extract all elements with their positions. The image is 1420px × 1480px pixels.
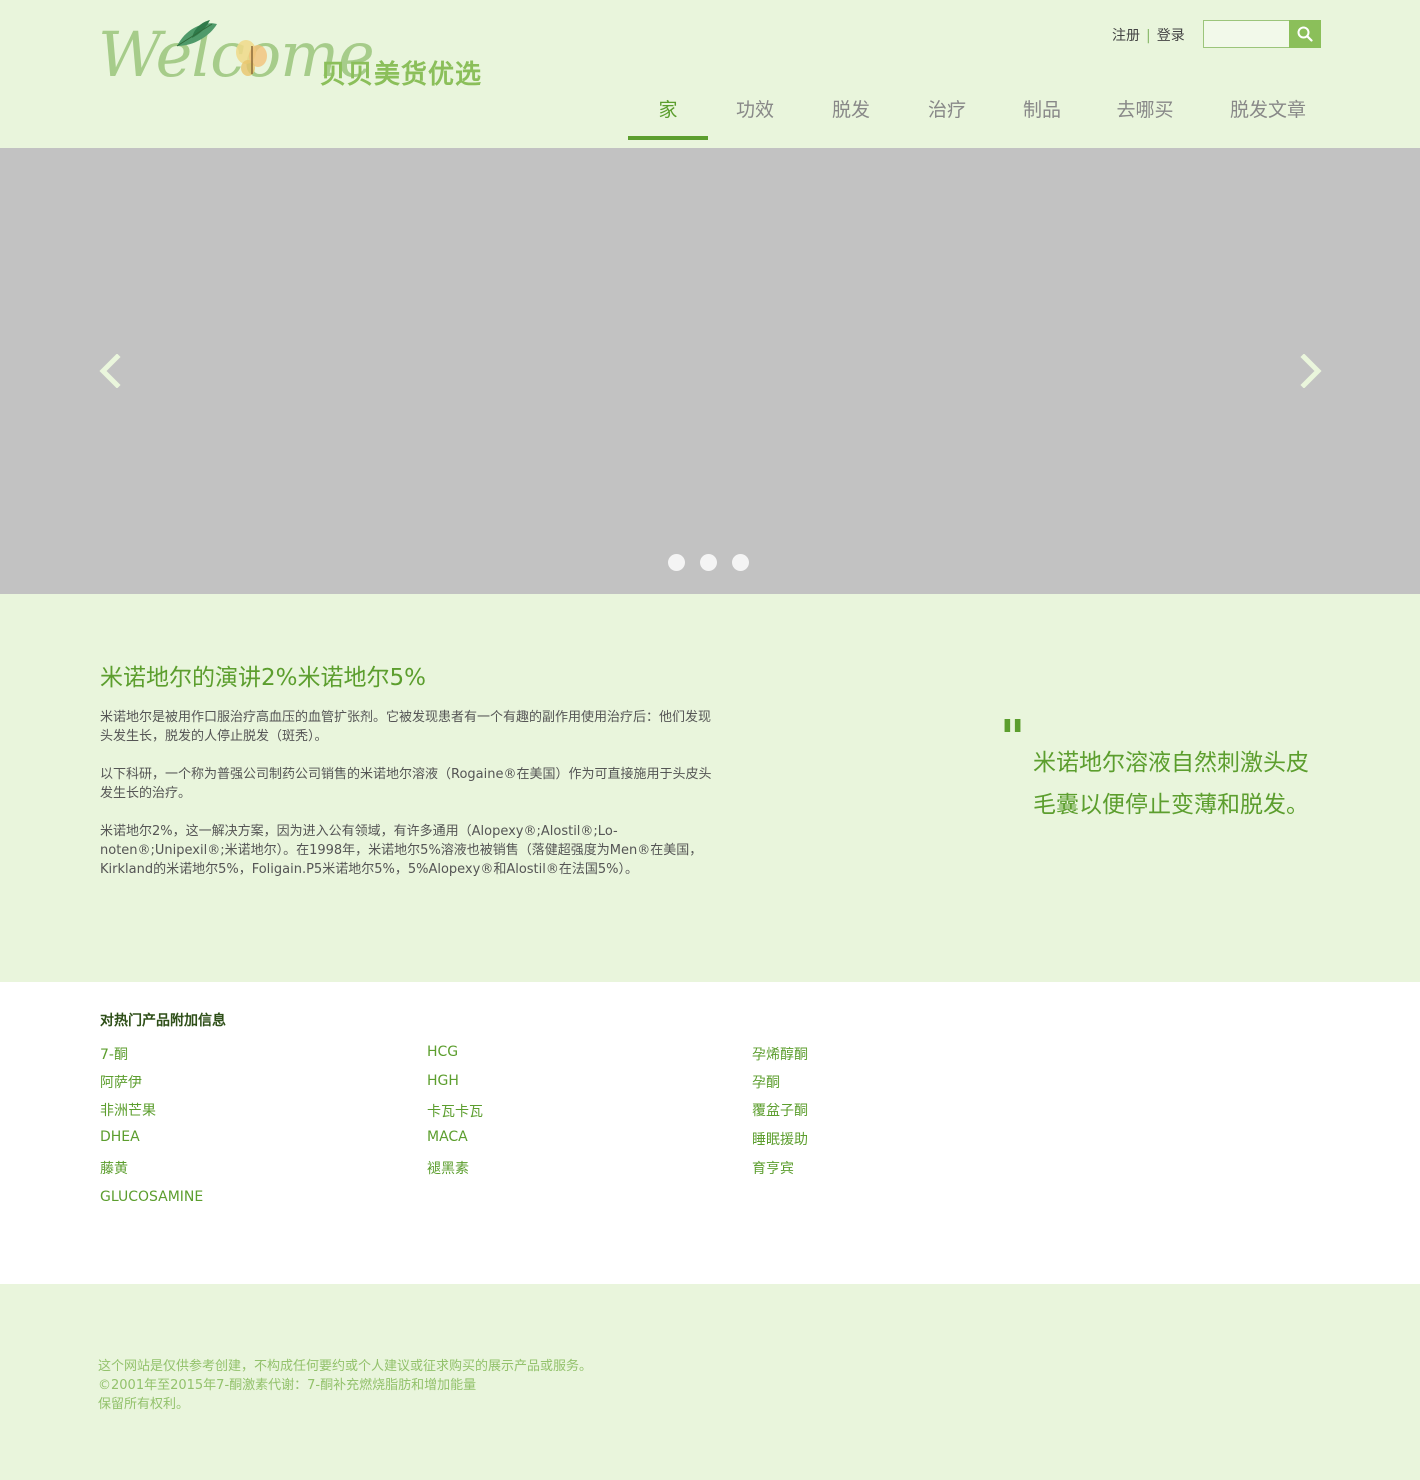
site-logo[interactable]: Welcome 贝贝美货优选 <box>84 10 494 94</box>
product-link[interactable]: 7-酮 <box>100 1044 128 1064</box>
search-icon <box>1297 26 1313 42</box>
product-link[interactable]: MACA <box>427 1129 468 1145</box>
footer-rights: 保留所有权利。 <box>98 1397 190 1412</box>
nav-item-where-to-buy[interactable]: 去哪买 <box>1090 84 1200 140</box>
paragraph-2: 以下科研，一个称为普强公司制药公司销售的米诺地尔溶液（Rogaine®在美国）作… <box>100 767 712 801</box>
product-link[interactable]: 非洲芒果 <box>100 1100 156 1120</box>
section-title: 米诺地尔的演讲2%米诺地尔5% <box>100 665 426 691</box>
site-header: Welcome 贝贝美货优选 注册 | 登录 家 功效 脱发 治疗 制品 去哪买… <box>0 0 1420 140</box>
search-input[interactable] <box>1203 20 1291 48</box>
carousel-prev-arrow-icon[interactable] <box>98 354 122 388</box>
product-link[interactable]: 阿萨伊 <box>100 1072 142 1092</box>
product-link[interactable]: 孕酮 <box>752 1072 780 1092</box>
product-link[interactable]: 睡眠援助 <box>752 1129 808 1149</box>
product-link[interactable]: HGH <box>427 1073 459 1089</box>
intro-section: 米诺地尔的演讲2%米诺地尔5% 米诺地尔是被用作口服治疗高血压的血管扩张剂。它被… <box>0 602 1420 982</box>
logo-site-name: 贝贝美货优选 <box>320 60 483 90</box>
product-link[interactable]: GLUCOSAMINE <box>100 1189 203 1205</box>
product-link[interactable]: 覆盆子酮 <box>752 1100 808 1120</box>
account-links: 注册 | 登录 <box>1112 25 1185 45</box>
product-info-section: 对热门产品附加信息 7-酮 阿萨伊 非洲芒果 DHEA 藤黄 GLUCOSAMI… <box>0 982 1420 1284</box>
paragraph-1: 米诺地尔是被用作口服治疗高血压的血管扩张剂。它被发现患者有一个有趣的副作用使用治… <box>100 710 712 744</box>
product-link[interactable]: DHEA <box>100 1129 140 1145</box>
pull-quote: 米诺地尔溶液自然刺激头皮毛囊以便停止变薄和脱发。 <box>1033 750 1309 818</box>
carousel-next-arrow-icon[interactable] <box>1299 354 1323 388</box>
search-button[interactable] <box>1289 20 1321 48</box>
product-link[interactable]: 孕烯醇酮 <box>752 1044 808 1064</box>
nav-item-effects[interactable]: 功效 <box>708 84 802 140</box>
register-link[interactable]: 注册 <box>1112 28 1140 44</box>
nav-item-articles[interactable]: 脱发文章 <box>1200 84 1336 140</box>
footer-disclaimer: 这个网站是仅供参考创建，不构成任何要约或个人建议或征求购买的展示产品或服务。 <box>98 1359 593 1374</box>
login-link[interactable]: 登录 <box>1157 28 1185 44</box>
link-divider: | <box>1146 28 1151 44</box>
paragraph-3: 米诺地尔2%，这一解决方案，因为进入公有领域，有许多通用（Alopexy®;Al… <box>100 824 703 877</box>
product-link[interactable]: 褪黑素 <box>427 1158 469 1178</box>
carousel-dot-3[interactable] <box>732 554 749 571</box>
image-carousel <box>0 148 1420 594</box>
product-link[interactable]: 育亨宾 <box>752 1158 794 1178</box>
product-link[interactable]: HCG <box>427 1044 458 1060</box>
nav-item-home[interactable]: 家 <box>628 84 708 140</box>
leaf-icon <box>176 20 217 47</box>
product-info-heading: 对热门产品附加信息 <box>100 1013 226 1029</box>
product-link[interactable]: 藤黄 <box>100 1158 128 1178</box>
carousel-dot-1[interactable] <box>668 554 685 571</box>
main-nav: 家 功效 脱发 治疗 制品 去哪买 脱发文章 <box>628 84 1336 140</box>
quote-mark-icon: " <box>1000 710 1026 766</box>
carousel-dot-2[interactable] <box>700 554 717 571</box>
nav-item-products[interactable]: 制品 <box>994 84 1090 140</box>
nav-item-hair-loss[interactable]: 脱发 <box>802 84 900 140</box>
nav-item-treatment[interactable]: 治疗 <box>900 84 994 140</box>
product-link[interactable]: 卡瓦卡瓦 <box>427 1101 483 1121</box>
search-box <box>1203 20 1321 48</box>
site-footer: 这个网站是仅供参考创建，不构成任何要约或个人建议或征求购买的展示产品或服务。 ©… <box>0 1284 1420 1480</box>
footer-copyright: ©2001年至2015年7-酮激素代谢：7-酮补充燃烧脂肪和增加能量 <box>98 1378 477 1393</box>
butterfly-icon <box>236 40 267 76</box>
carousel-indicators <box>668 554 764 571</box>
